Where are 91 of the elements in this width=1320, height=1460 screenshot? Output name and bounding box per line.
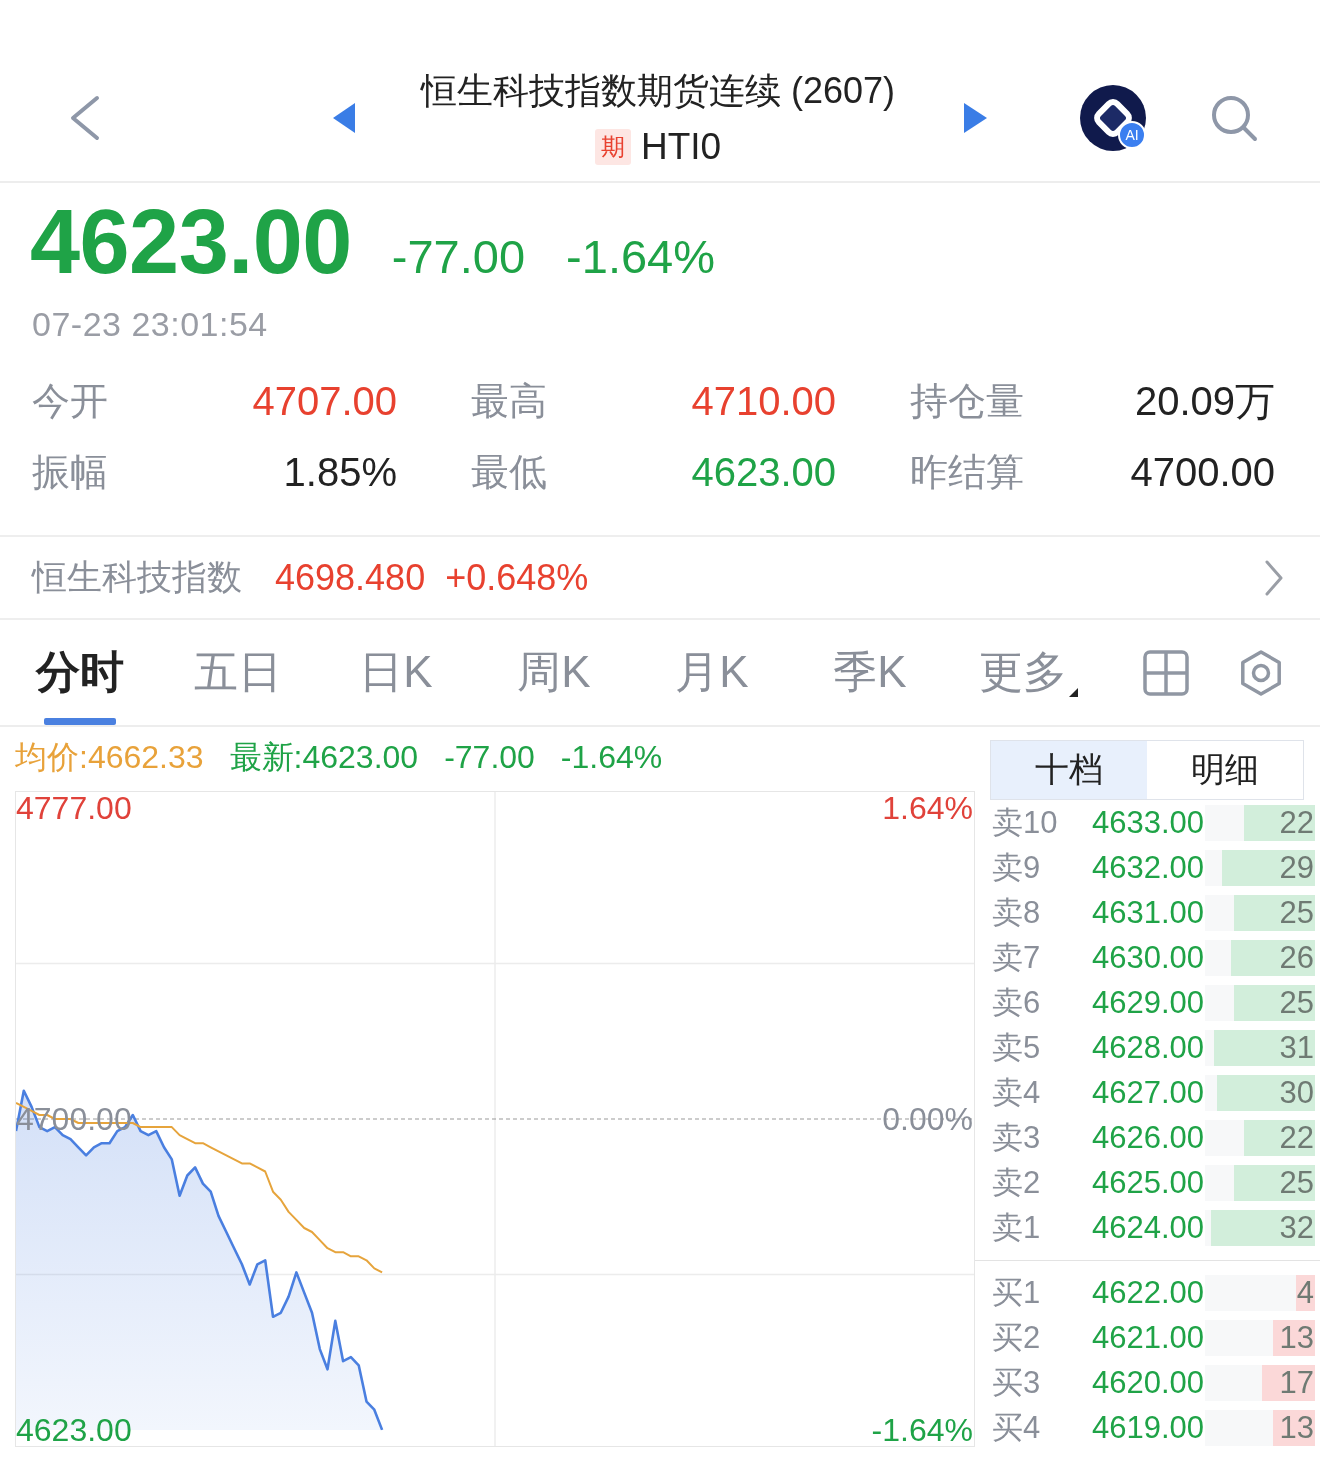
level-volume: 29 [1279, 849, 1315, 886]
level-label: 卖9 [992, 848, 1042, 887]
level-label: 买4 [992, 1408, 1042, 1447]
level-label: 卖5 [992, 1028, 1042, 1067]
percent-axis-label: -1.64% [871, 1413, 973, 1446]
level-volume: 13 [1279, 1319, 1315, 1356]
level-price: 4619.00 [1092, 1409, 1205, 1446]
level-price: 4629.00 [1092, 984, 1205, 1021]
level-price: 4624.00 [1092, 1209, 1205, 1246]
price-axis-label: 4623.00 [16, 1413, 132, 1446]
chart-tab[interactable]: 周K [475, 620, 633, 725]
stat-value: 20.09万 [1134, 378, 1275, 425]
level-label: 卖2 [992, 1163, 1042, 1202]
stat-label: 昨结算 [910, 450, 1024, 495]
stat-value: 4707.00 [252, 379, 397, 424]
level-price: 4633.00 [1092, 804, 1205, 841]
level-volume: 13 [1279, 1409, 1315, 1446]
index-name: 恒生科技指数 [32, 556, 242, 598]
grid-layout-icon[interactable] [1143, 649, 1189, 696]
level-label: 卖8 [992, 893, 1042, 932]
legend-value: -1.64% [560, 739, 663, 776]
legend-value: 均价:4662.33 [15, 737, 204, 777]
chart-tab[interactable]: 日K [317, 620, 475, 725]
underlying-index-row[interactable]: 恒生科技指数 4698.480 +0.648% [0, 535, 1320, 620]
next-triangle-icon[interactable] [964, 103, 987, 133]
chart-tab[interactable]: 更多 [949, 620, 1107, 725]
level-label: 买2 [992, 1318, 1042, 1357]
level-volume: 26 [1279, 939, 1315, 976]
legend-value: -77.00 [444, 739, 535, 776]
level-price: 4621.00 [1092, 1319, 1205, 1356]
quote-time: 07-23 23:01:54 [32, 304, 268, 344]
level-price: 4632.00 [1092, 849, 1205, 886]
percent-axis-label: 1.64% [882, 792, 973, 825]
stat-value: 4623.00 [691, 450, 836, 495]
stat-value: 4710.00 [691, 379, 836, 424]
order-book-tab[interactable]: 十档 [991, 741, 1147, 799]
level-volume: 31 [1279, 1029, 1315, 1066]
level-label: 买1 [992, 1273, 1042, 1312]
legend-value: 最新:4623.00 [229, 737, 419, 777]
stat-label: 振幅 [32, 450, 108, 495]
dropdown-corner-icon [1068, 688, 1078, 697]
level-label: 卖10 [992, 803, 1059, 842]
previous-triangle-icon[interactable] [333, 103, 355, 133]
level-label: 卖1 [992, 1208, 1042, 1247]
last-price: 4623.00 [30, 194, 352, 290]
level-label: 卖6 [992, 983, 1042, 1022]
back-icon[interactable] [70, 95, 100, 141]
level-label: 卖3 [992, 1118, 1042, 1157]
ai-assistant-button[interactable]: AI [1080, 85, 1146, 151]
percent-change: -1.64% [566, 229, 716, 284]
index-price: 4698.480 [275, 556, 426, 599]
level-label: 卖7 [992, 938, 1042, 977]
stat-label: 今开 [32, 379, 108, 424]
percent-axis-label: 0.00% [882, 1103, 973, 1135]
chevron-right-icon [1265, 559, 1283, 596]
settings-icon[interactable] [1238, 649, 1284, 696]
level-volume: 25 [1279, 984, 1315, 1021]
stat-label: 最高 [471, 379, 547, 424]
level-volume: 22 [1279, 804, 1315, 841]
level-volume: 32 [1279, 1209, 1315, 1246]
level-volume: 4 [1296, 1274, 1315, 1311]
level-volume: 22 [1279, 1119, 1315, 1156]
index-percent-change: +0.648% [445, 556, 589, 599]
level-price: 4620.00 [1092, 1364, 1205, 1401]
stat-label: 持仓量 [910, 379, 1024, 424]
level-label: 买3 [992, 1363, 1042, 1402]
level-volume: 25 [1279, 1164, 1315, 1201]
price-axis-label: 4777.00 [16, 792, 132, 825]
search-icon[interactable] [1210, 94, 1258, 142]
price-change: -77.00 [391, 229, 526, 284]
level-price: 4628.00 [1092, 1029, 1205, 1066]
level-price: 4631.00 [1092, 894, 1205, 931]
page-title: 恒生科技指数期货连续 (2607) [420, 69, 896, 113]
level-price: 4627.00 [1092, 1074, 1205, 1111]
level-label: 卖4 [992, 1073, 1042, 1112]
level-price: 4630.00 [1092, 939, 1205, 976]
symbol-code: HTI0 [640, 126, 722, 168]
chart-tab[interactable]: 月K [633, 620, 791, 725]
stat-value: 4700.00 [1130, 450, 1275, 495]
level-price: 4626.00 [1092, 1119, 1205, 1156]
market-badge: 期 [594, 129, 631, 165]
stat-value: 1.85% [283, 450, 397, 495]
chart-tab[interactable]: 分时 [1, 620, 159, 725]
level-volume: 17 [1279, 1364, 1315, 1401]
level-price: 4625.00 [1092, 1164, 1205, 1201]
level-price: 4622.00 [1092, 1274, 1205, 1311]
stat-label: 最低 [471, 450, 547, 495]
chart-tab[interactable]: 季K [791, 620, 949, 725]
chart-tab[interactable]: 五日 [159, 620, 317, 725]
level-volume: 30 [1279, 1074, 1315, 1111]
level-volume: 25 [1279, 894, 1315, 931]
